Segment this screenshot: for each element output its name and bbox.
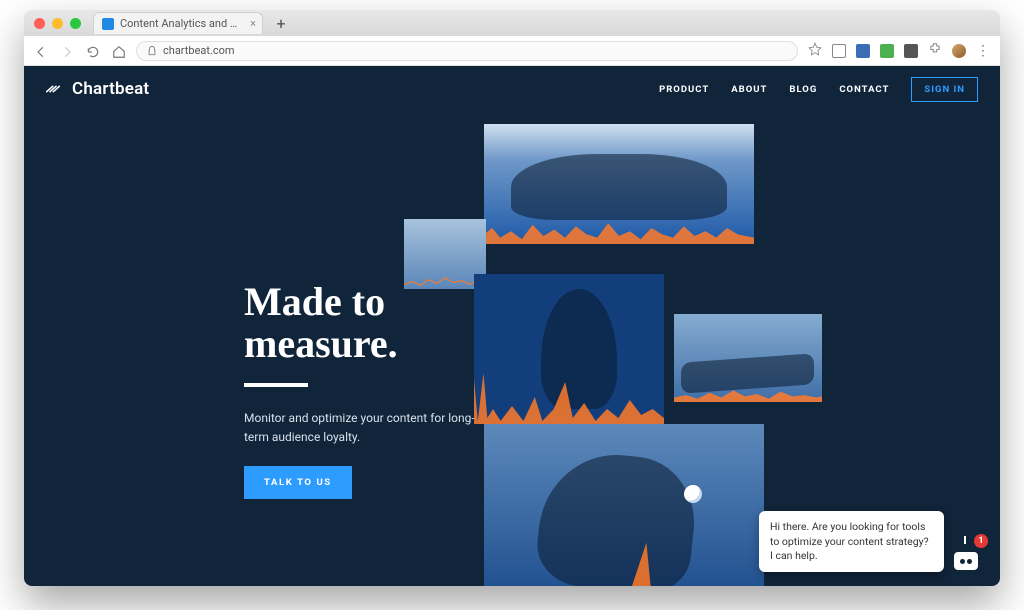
collage-tile-road	[674, 314, 822, 402]
close-window-button[interactable]	[34, 18, 45, 29]
window-controls	[34, 18, 81, 29]
back-button[interactable]	[34, 44, 48, 58]
browser-toolbar: chartbeat.com ⋮	[24, 36, 1000, 66]
chat-bot-icon[interactable]: 1	[952, 542, 982, 572]
page-body: Chartbeat PRODUCT ABOUT BLOG CONTACT SIG…	[24, 66, 1000, 586]
nav-about[interactable]: ABOUT	[731, 84, 767, 95]
brand-logo[interactable]: Chartbeat	[46, 79, 149, 99]
collage-tile-performer	[474, 274, 664, 424]
maximize-window-button[interactable]	[70, 18, 81, 29]
tab-favicon	[102, 18, 114, 30]
logo-icon	[46, 82, 66, 96]
collage-tile-crowd	[484, 124, 754, 244]
forward-button[interactable]	[60, 44, 74, 58]
home-button[interactable]	[112, 44, 126, 58]
soccer-ball	[684, 485, 702, 503]
nav-contact[interactable]: CONTACT	[839, 84, 889, 95]
tab-title: Content Analytics and Insights	[120, 17, 240, 30]
collage-tile-soccer	[484, 424, 764, 586]
toolbar-extensions: ⋮	[808, 41, 990, 60]
nav-buttons	[34, 44, 126, 58]
url-text: chartbeat.com	[163, 44, 235, 57]
chat-widget[interactable]: Hi there. Are you looking for tools to o…	[759, 511, 982, 572]
star-icon[interactable]	[808, 41, 822, 60]
chat-badge: 1	[974, 534, 988, 548]
browser-tab[interactable]: Content Analytics and Insights ×	[93, 12, 263, 34]
reload-button[interactable]	[86, 44, 100, 58]
brand-name: Chartbeat	[72, 79, 149, 99]
address-bar[interactable]: chartbeat.com	[136, 41, 798, 61]
site-header: Chartbeat PRODUCT ABOUT BLOG CONTACT SIG…	[24, 66, 1000, 112]
lock-icon	[147, 46, 157, 56]
minimize-window-button[interactable]	[52, 18, 63, 29]
nav-blog[interactable]: BLOG	[789, 84, 817, 95]
sign-in-button[interactable]: SIGN IN	[911, 77, 978, 102]
browser-window: Content Analytics and Insights × + chart…	[24, 10, 1000, 586]
extension-puzzle-icon[interactable]	[928, 41, 942, 60]
window-titlebar: Content Analytics and Insights × +	[24, 10, 1000, 36]
chat-bubble[interactable]: Hi there. Are you looking for tools to o…	[759, 511, 944, 572]
primary-nav: PRODUCT ABOUT BLOG CONTACT SIGN IN	[659, 77, 978, 102]
kebab-menu-icon[interactable]: ⋮	[976, 44, 990, 58]
headline-rule	[244, 383, 308, 387]
profile-avatar[interactable]	[952, 44, 966, 58]
new-tab-button[interactable]: +	[271, 13, 291, 33]
extension-icon[interactable]	[904, 44, 918, 58]
chat-message: Hi there. Are you looking for tools to o…	[770, 520, 929, 561]
talk-to-us-button[interactable]: TALK TO US	[244, 466, 352, 499]
extension-icon[interactable]	[880, 44, 894, 58]
nav-product[interactable]: PRODUCT	[659, 84, 709, 95]
extension-icon[interactable]	[832, 44, 846, 58]
tab-close-icon[interactable]: ×	[250, 17, 256, 30]
extension-icon[interactable]	[856, 44, 870, 58]
